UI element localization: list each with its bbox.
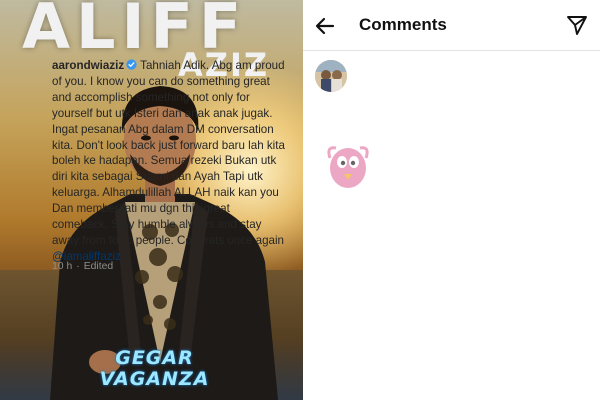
share-button[interactable] — [565, 13, 589, 37]
back-button[interactable] — [311, 12, 339, 40]
poster-logo: GEGAR VAGANZA — [99, 347, 210, 390]
arrow-left-icon — [315, 17, 335, 35]
meta-separator: · — [76, 261, 80, 272]
comment-text: Tahniah Adik. Abg am proud of you. I kno… — [52, 59, 285, 247]
comment-edited: Edited — [83, 261, 114, 272]
page-title: Comments — [359, 15, 447, 34]
comments-panel: Comments — [303, 0, 600, 400]
avatar[interactable] — [315, 60, 347, 92]
avatar-photo — [315, 60, 347, 92]
comment-body: aarondwiaziz Tahniah Adik. Abg am proud o… — [52, 58, 288, 265]
comment-username[interactable]: aarondwiaziz — [52, 59, 124, 72]
comments-header: Comments — [303, 0, 600, 51]
comment-time: 10 h — [52, 261, 73, 272]
paper-plane-icon — [567, 16, 587, 35]
verified-badge-icon — [126, 59, 137, 70]
comment-meta: 10 h · Edited — [52, 261, 117, 272]
